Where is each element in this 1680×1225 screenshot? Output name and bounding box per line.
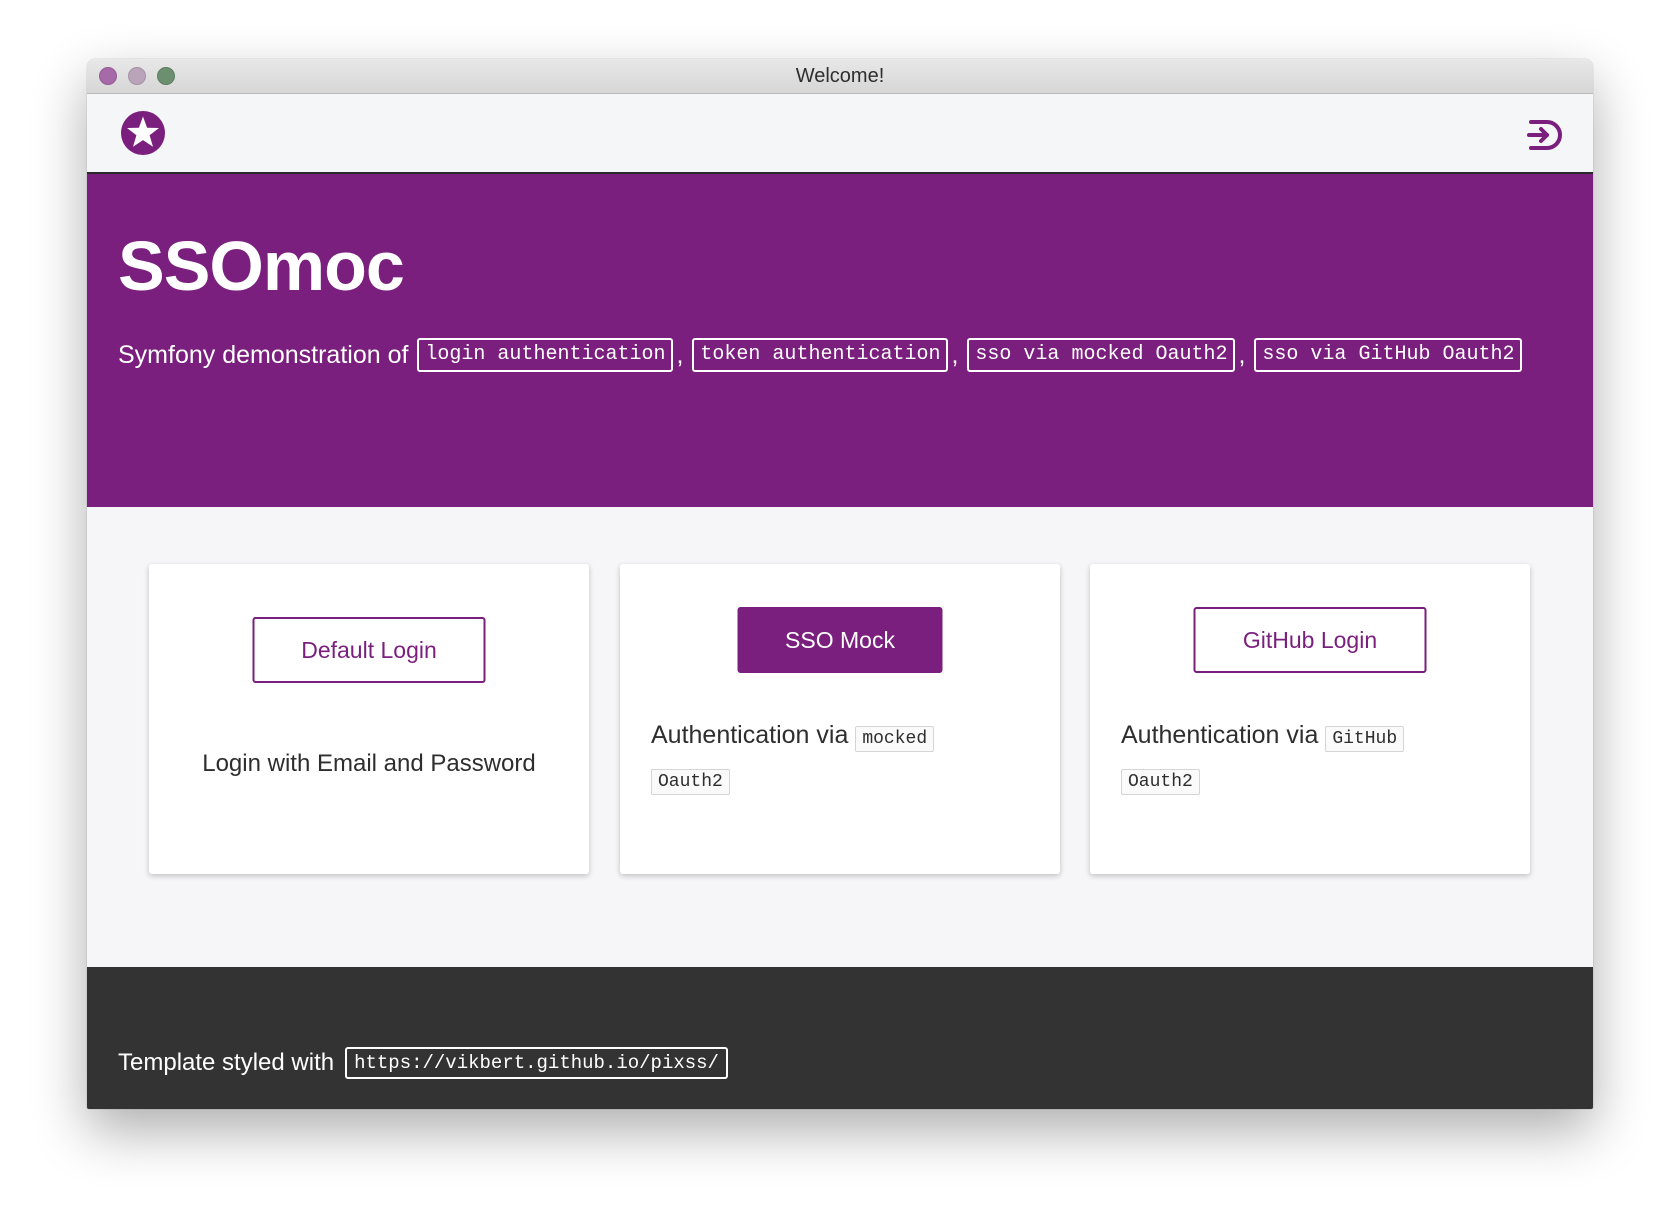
hero-intro-line: Symfony demonstration of login authentic… [118, 338, 1523, 372]
tag-login-authentication: login authentication [417, 338, 674, 372]
footer-line: Template styled with https://vikbert.git… [118, 1047, 728, 1079]
hero-banner: SSOmoc Symfony demonstration of login au… [87, 174, 1593, 507]
github-login-card: GitHub Login Authentication via GitHub O… [1090, 564, 1530, 874]
tag-sso-mocked-oauth2: sso via mocked Oauth2 [967, 338, 1236, 372]
sso-mock-description-text: Authentication via [651, 721, 849, 749]
hero-intro-text: Symfony demonstration of [118, 340, 409, 369]
tag-token-authentication: token authentication [692, 338, 949, 372]
footer-template-link[interactable]: https://vikbert.github.io/pixss/ [345, 1047, 728, 1079]
main-content: Default Login Login with Email and Passw… [87, 507, 1593, 967]
code-mocked: mocked [855, 726, 935, 752]
minimize-window-button[interactable] [128, 67, 146, 85]
logout-icon[interactable] [1525, 116, 1563, 154]
github-login-description-text: Authentication via [1121, 721, 1319, 749]
tag-separator: , [1238, 340, 1246, 369]
star-badge-icon[interactable] [120, 110, 166, 156]
sso-mock-card: SSO Mock Authentication via mocked Oauth… [620, 564, 1060, 874]
navbar [87, 94, 1593, 174]
github-login-button[interactable]: GitHub Login [1193, 607, 1427, 673]
default-login-card: Default Login Login with Email and Passw… [149, 564, 589, 874]
title-bar: Welcome! [87, 59, 1593, 94]
default-login-button[interactable]: Default Login [252, 617, 486, 683]
sso-mock-button[interactable]: SSO Mock [737, 607, 943, 673]
github-login-description: Authentication via GitHub Oauth2 [1121, 716, 1431, 802]
default-login-description: Login with Email and Password [202, 750, 536, 777]
code-oauth2: Oauth2 [651, 769, 730, 795]
browser-window: Welcome! SSOmoc Symfony demonstration of… [87, 59, 1593, 1109]
code-oauth2: Oauth2 [1121, 769, 1200, 795]
close-window-button[interactable] [99, 67, 117, 85]
window-title: Welcome! [795, 64, 885, 87]
footer: Template styled with https://vikbert.git… [87, 967, 1593, 1109]
sso-mock-description: Authentication via mocked Oauth2 [651, 716, 961, 802]
page-title: SSOmoc [118, 227, 405, 305]
window-controls [99, 67, 175, 85]
maximize-window-button[interactable] [157, 67, 175, 85]
footer-text: Template styled with [118, 1049, 335, 1076]
code-github: GitHub [1325, 726, 1405, 752]
tag-sso-github-oauth2: sso via GitHub Oauth2 [1254, 338, 1523, 372]
tag-separator: , [951, 340, 959, 369]
tag-separator: , [676, 340, 684, 369]
